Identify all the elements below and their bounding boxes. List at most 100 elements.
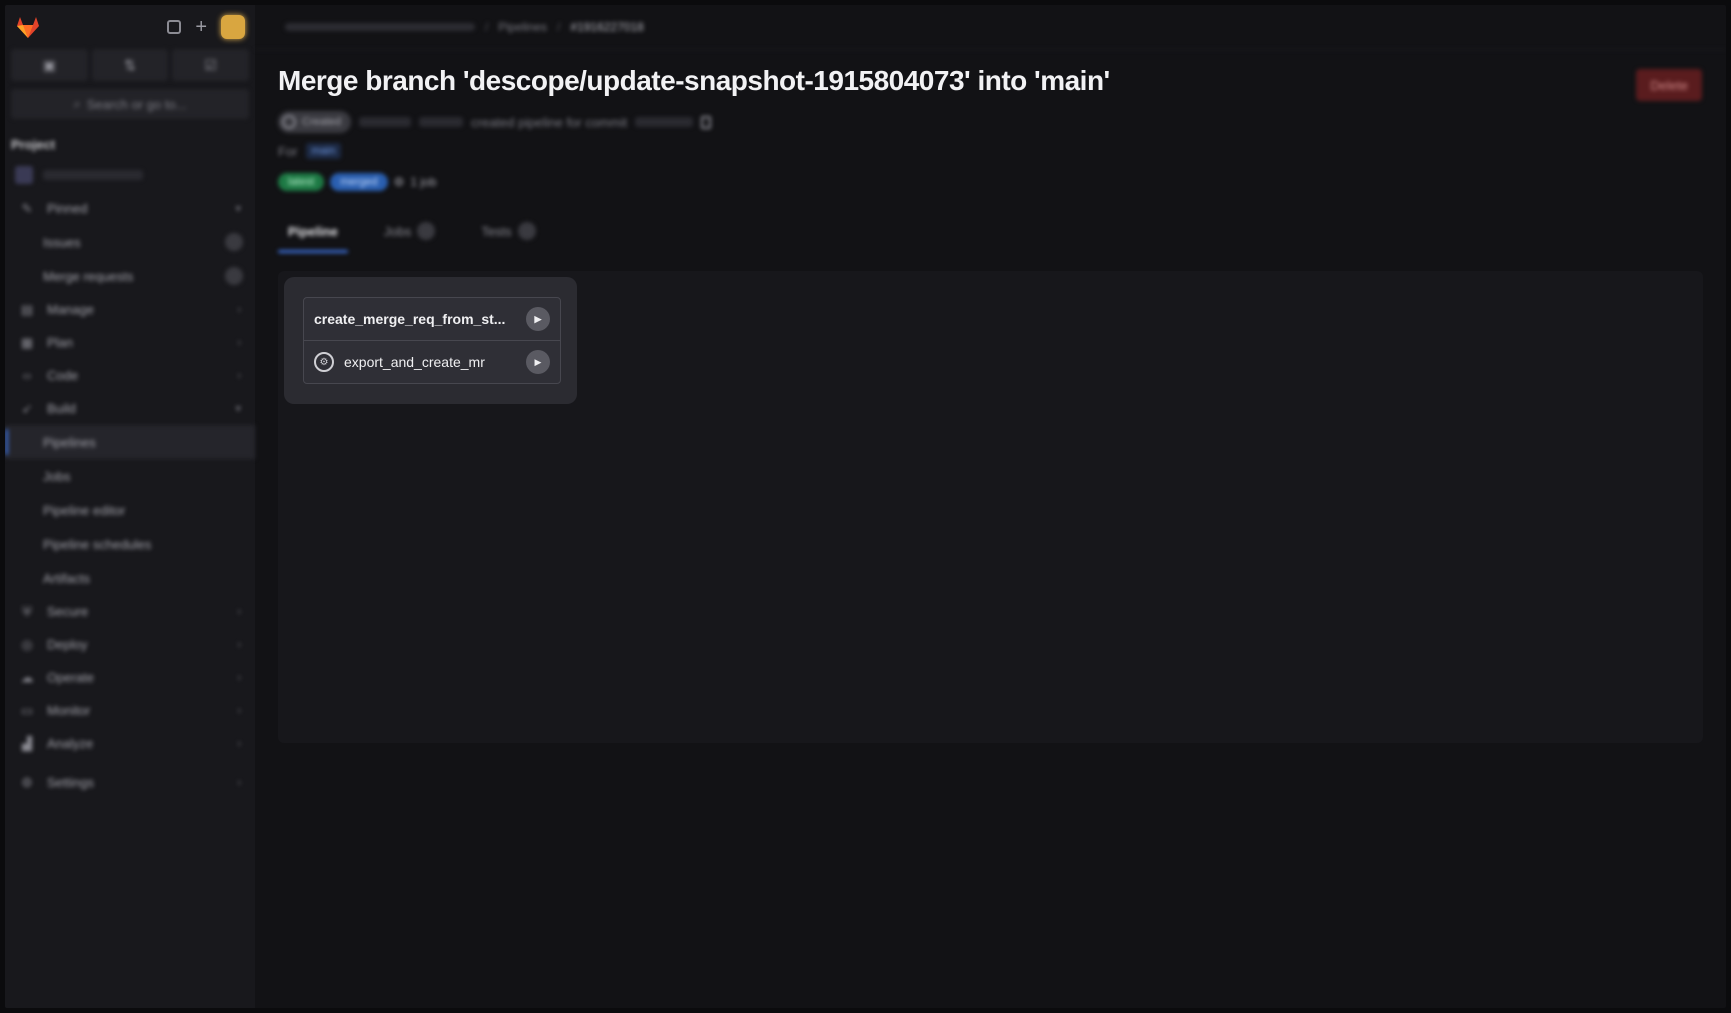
breadcrumb-current[interactable]: #1916227018 bbox=[570, 20, 643, 34]
meta-text: created pipeline for commit bbox=[471, 114, 628, 130]
sidebar-item-jobs[interactable]: Jobs bbox=[5, 459, 255, 493]
manage-icon: ▤ bbox=[20, 301, 34, 317]
sidebar: + ▣ ⇅ ☑ ⌕ Search or go to... Project ✎ P… bbox=[5, 5, 255, 1008]
merge-request-shortcut-icon[interactable]: ⇅ bbox=[91, 49, 169, 81]
author-name[interactable] bbox=[359, 117, 412, 127]
sidebar-item-label: Plan bbox=[47, 335, 74, 350]
chevron-down-icon: ▾ bbox=[235, 403, 241, 415]
search-icon: ⌕ bbox=[73, 96, 81, 111]
search-input[interactable]: ⌕ Search or go to... bbox=[11, 89, 249, 119]
operate-icon: ☁ bbox=[20, 669, 34, 685]
sidebar-item-pipeline-schedules[interactable]: Pipeline schedules bbox=[5, 527, 255, 561]
sidebar-item-pipeline-editor[interactable]: Pipeline editor bbox=[5, 493, 255, 527]
count-badge bbox=[225, 233, 243, 251]
chevron-right-icon: › bbox=[237, 704, 241, 717]
sidebar-header: + bbox=[5, 5, 255, 49]
sidebar-item-label: Manage bbox=[47, 302, 94, 317]
sidebar-item-settings[interactable]: ⚙ Settings › bbox=[5, 766, 255, 799]
status-badge[interactable]: Created bbox=[278, 111, 352, 133]
sidebar-item-artifacts[interactable]: Artifacts bbox=[5, 561, 255, 595]
sidebar-item-label: Build bbox=[47, 401, 76, 416]
chevron-right-icon: › bbox=[237, 638, 241, 651]
sidebar-item-analyze[interactable]: ▟ Analyze › bbox=[5, 727, 255, 760]
analyze-icon: ▟ bbox=[22, 735, 32, 751]
rocket-icon: ➶ bbox=[21, 400, 33, 416]
sidebar-item-label: Pinned bbox=[47, 201, 88, 216]
breadcrumb-project[interactable] bbox=[285, 23, 475, 31]
sidebar-item-pinned[interactable]: ✎ Pinned ▾ bbox=[5, 192, 255, 225]
sidebar-item-issues[interactable]: Issues bbox=[5, 225, 255, 259]
gear-icon: ⚙ bbox=[21, 774, 33, 790]
for-label: For bbox=[278, 143, 298, 159]
issues-shortcut-icon[interactable]: ▣ bbox=[11, 49, 88, 81]
project-name bbox=[43, 170, 143, 180]
sidebar-item-label: Deploy bbox=[47, 637, 88, 652]
breadcrumb: / Pipelines / #1916227018 bbox=[255, 5, 1726, 50]
tab-tests[interactable]: Tests bbox=[471, 213, 545, 249]
chevron-right-icon: › bbox=[237, 369, 241, 382]
section-label: Project bbox=[11, 137, 56, 152]
job-item[interactable]: create_merge_req_from_st... ▶ bbox=[304, 298, 560, 340]
branch-link[interactable]: main bbox=[305, 143, 342, 159]
sidebar-item-label: Pipeline editor bbox=[43, 502, 126, 518]
gitlab-logo-icon[interactable] bbox=[15, 14, 41, 40]
sidebar-item-deploy[interactable]: ◎ Deploy › bbox=[5, 628, 255, 661]
breadcrumb-separator: / bbox=[485, 20, 489, 34]
sidebar-item-manage[interactable]: ▤ Manage › bbox=[5, 293, 255, 326]
sidebar-item-pipelines[interactable]: Pipelines bbox=[5, 425, 255, 459]
badge-row: latest merged ⚙ 1 job bbox=[278, 173, 436, 191]
chevron-right-icon: › bbox=[237, 737, 241, 750]
project-link[interactable] bbox=[5, 158, 255, 192]
sidebar-item-label: Analyze bbox=[47, 736, 94, 751]
play-icon[interactable]: ▶ bbox=[526, 350, 550, 374]
commit-sha[interactable] bbox=[635, 117, 694, 127]
sidebar-item-plan[interactable]: ▦ Plan › bbox=[5, 326, 255, 359]
collapse-sidebar-icon[interactable] bbox=[167, 20, 182, 34]
job-name: export_and_create_mr bbox=[344, 354, 485, 370]
page-title: Merge branch 'descope/update-snapshot-19… bbox=[278, 65, 1110, 96]
status-created-icon bbox=[282, 115, 296, 129]
sidebar-item-secure[interactable]: ⛨ Secure › bbox=[5, 595, 255, 628]
sidebar-item-code[interactable]: ‹› Code › bbox=[5, 359, 255, 392]
ref-row: For main bbox=[278, 143, 342, 159]
chevron-right-icon: › bbox=[237, 671, 241, 684]
breadcrumb-pipelines[interactable]: Pipelines bbox=[498, 20, 547, 34]
sidebar-item-label: Operate bbox=[47, 670, 94, 685]
sidebar-item-label: Pipeline schedules bbox=[43, 536, 152, 552]
plus-icon[interactable]: + bbox=[195, 17, 207, 37]
pipeline-tabs: Pipeline Jobs Tests bbox=[278, 213, 546, 253]
chevron-right-icon: › bbox=[237, 303, 241, 316]
sidebar-item-merge-requests[interactable]: Merge requests bbox=[5, 259, 255, 293]
sidebar-item-monitor[interactable]: ▭ Monitor › bbox=[5, 694, 255, 727]
tab-pipeline[interactable]: Pipeline bbox=[278, 213, 348, 253]
monitor-icon: ▭ bbox=[20, 702, 34, 718]
copy-icon[interactable] bbox=[701, 115, 712, 129]
sidebar-item-label: Jobs bbox=[43, 468, 71, 484]
job-item[interactable]: ⚙ export_and_create_mr ▶ bbox=[304, 340, 560, 383]
tab-jobs[interactable]: Jobs bbox=[374, 213, 445, 249]
sidebar-item-build[interactable]: ➶ Build ▾ bbox=[5, 392, 255, 425]
breadcrumb-separator: / bbox=[557, 20, 561, 34]
sidebar-item-label: Settings bbox=[47, 775, 94, 790]
sidebar-item-operate[interactable]: ☁ Operate › bbox=[5, 661, 255, 694]
job-count: 1 job bbox=[410, 175, 437, 189]
sidebar-item-label: Pipelines bbox=[43, 434, 96, 450]
job-name: create_merge_req_from_st... bbox=[314, 311, 506, 327]
pipeline-stage: create_merge_req_from_st... ▶ ⚙ export_a… bbox=[284, 277, 577, 404]
todo-shortcut-icon[interactable]: ☑ bbox=[172, 49, 250, 81]
project-avatar bbox=[15, 166, 33, 184]
latest-badge: latest bbox=[278, 173, 325, 191]
delete-button[interactable]: Delete bbox=[1636, 69, 1702, 101]
play-icon[interactable]: ▶ bbox=[526, 307, 550, 331]
tab-label: Pipeline bbox=[288, 223, 338, 239]
chevron-down-icon: ▾ bbox=[235, 203, 241, 215]
avatar[interactable] bbox=[221, 15, 245, 39]
pin-icon: ✎ bbox=[21, 200, 33, 216]
job-group: create_merge_req_from_st... ▶ ⚙ export_a… bbox=[303, 297, 561, 384]
main-content: / Pipelines / #1916227018 Merge branch '… bbox=[255, 5, 1726, 1008]
author-handle[interactable] bbox=[419, 117, 464, 127]
sidebar-item-label: Issues bbox=[43, 234, 81, 250]
count-badge bbox=[517, 222, 536, 240]
deploy-icon: ◎ bbox=[21, 636, 33, 652]
manual-status-icon: ⚙ bbox=[314, 352, 334, 372]
